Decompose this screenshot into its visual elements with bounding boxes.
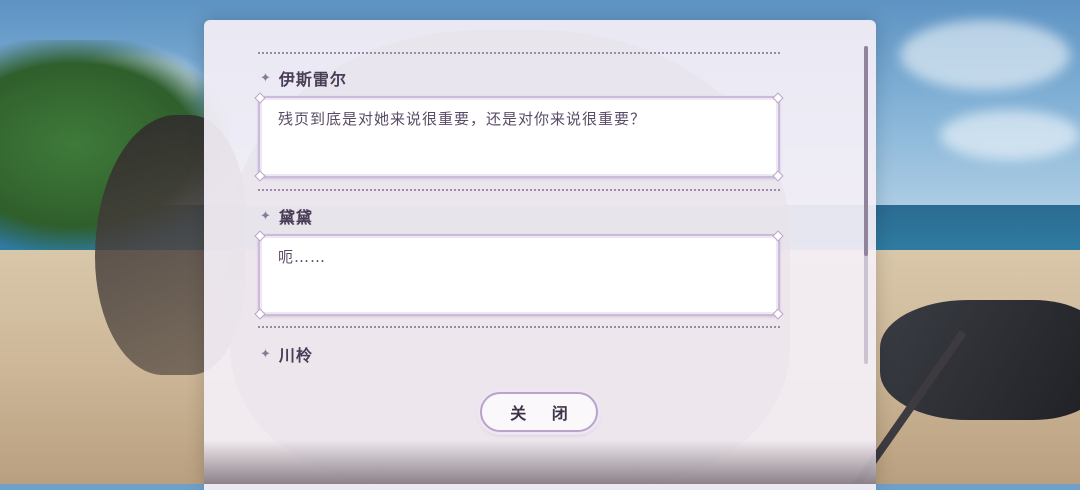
four-point-star-icon: ✦ <box>260 346 272 362</box>
dialog-bubble: 残页到底是对她来说很重要，还是对你来说很重要？ <box>254 92 784 182</box>
speaker-entry-3: ✦ 川柃 <box>260 342 313 366</box>
dialog-text: 残页到底是对她来说很重要，还是对你来说很重要？ <box>278 110 647 128</box>
corner-ornament <box>772 170 784 182</box>
cloud <box>900 20 1070 90</box>
dialog-log-panel: ✦ 伊斯雷尔 残页到底是对她来说很重要，还是对你来说很重要？ ✦ 黛黛 呃…… … <box>204 20 876 490</box>
four-point-star-icon: ✦ <box>260 208 272 224</box>
speaker-entry-2: ✦ 黛黛 <box>260 204 313 228</box>
dialog-text: 呃…… <box>278 248 327 266</box>
corner-ornament <box>254 308 266 320</box>
corner-ornament <box>254 230 266 242</box>
corner-ornament <box>254 170 266 182</box>
speaker-name: 黛黛 <box>278 208 313 227</box>
scrollbar[interactable] <box>864 46 868 364</box>
scrollbar-thumb[interactable] <box>864 46 868 256</box>
speaker-name: 川柃 <box>278 346 313 365</box>
dialog-bubble: 呃…… <box>254 230 784 320</box>
corner-ornament <box>772 230 784 242</box>
corner-ornament <box>772 92 784 104</box>
four-point-star-icon: ✦ <box>260 70 272 86</box>
corner-ornament <box>772 308 784 320</box>
cloud <box>940 110 1080 160</box>
close-button[interactable]: 关 闭 <box>480 392 598 432</box>
speaker-name: 伊斯雷尔 <box>278 70 347 89</box>
speaker-entry-1: ✦ 伊斯雷尔 <box>260 66 347 90</box>
divider <box>258 189 780 191</box>
divider <box>258 52 780 54</box>
divider <box>258 326 780 328</box>
corner-ornament <box>254 92 266 104</box>
